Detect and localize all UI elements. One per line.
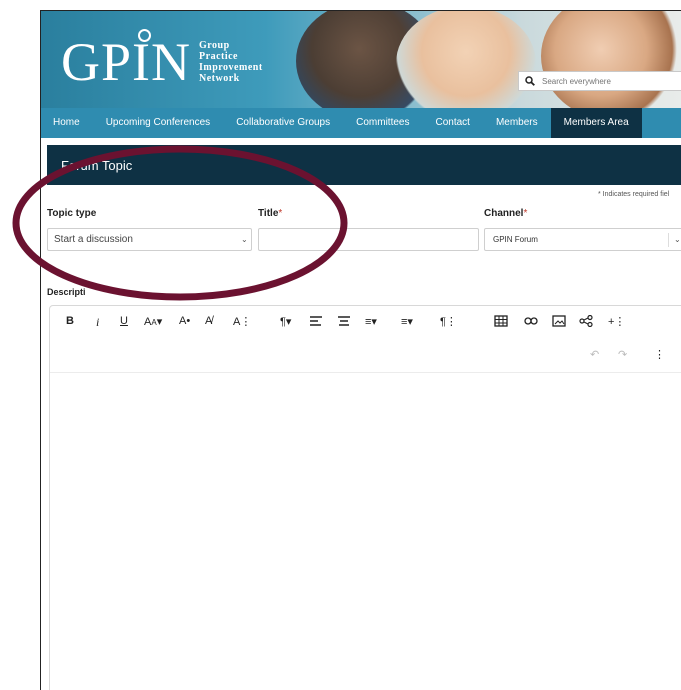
description-editor[interactable]: B i U AA▾ A• A̸ A⋮ ¶▾ ≡▾ ≡▾ ¶⋮ +⋮ ↶ ↷ ⋮ [49, 305, 681, 690]
main-nav: Home Upcoming Conferences Collaborative … [41, 108, 681, 138]
image-icon[interactable] [552, 315, 566, 327]
link-icon[interactable] [524, 315, 538, 327]
nav-members-area[interactable]: Members Area [550, 108, 642, 138]
topic-type-select[interactable]: Start a discussion ⌄ [47, 228, 252, 251]
editor-toolbar: B i U AA▾ A• A̸ A⋮ ¶▾ ≡▾ ≡▾ ¶⋮ +⋮ [58, 312, 678, 334]
nav-upcoming-conferences[interactable]: Upcoming Conferences [93, 108, 224, 138]
share-icon[interactable] [579, 315, 593, 327]
paragraph-format-icon[interactable]: ¶▾ [280, 315, 291, 328]
logo-mark: GPIN [61, 32, 192, 92]
nav-committees[interactable]: Committees [343, 108, 422, 138]
site-search[interactable] [518, 71, 681, 91]
align-center-icon[interactable] [337, 315, 351, 327]
logo-wordmark: Group Practice Improvement Network [199, 40, 263, 84]
text-color-icon[interactable]: A• [179, 315, 190, 327]
site-logo[interactable]: GPIN Group Practice Improvement Network [61, 29, 263, 92]
chevron-down-icon: ⌄ [241, 235, 248, 244]
logo-dot-icon [138, 29, 151, 42]
site-banner: GPIN Group Practice Improvement Network [41, 11, 681, 108]
editor-divider [50, 372, 681, 373]
required-star: * [278, 208, 283, 219]
ordered-list-icon[interactable]: ≡▾ [365, 315, 377, 328]
topic-type-label: Topic type [47, 208, 97, 219]
channel-select[interactable]: GPIN Forum ⌄ [484, 228, 681, 251]
clear-format-icon[interactable]: A̸ [205, 315, 212, 327]
nav-collaborative-groups[interactable]: Collaborative Groups [223, 108, 343, 138]
required-fields-note: * Indicates required fiel [598, 191, 670, 198]
page-title: Forum Topic [61, 158, 133, 173]
banner-photo-nurse [541, 11, 681, 108]
more-text-icon[interactable]: A⋮ [233, 315, 251, 328]
search-input[interactable] [540, 75, 664, 87]
description-label: Descripti [47, 287, 86, 297]
underline-icon[interactable]: U [120, 315, 128, 327]
select-separator [668, 233, 669, 247]
more-options-icon[interactable]: ⋮ [654, 348, 665, 361]
more-paragraph-icon[interactable]: ¶⋮ [440, 315, 457, 328]
channel-value: GPIN Forum [493, 235, 538, 244]
browser-frame: GPIN Group Practice Improvement Network … [40, 10, 681, 690]
search-icon [525, 76, 535, 86]
topic-type-value: Start a discussion [54, 234, 133, 245]
italic-icon[interactable]: i [96, 315, 99, 330]
channel-label: Channel* [484, 208, 528, 219]
unordered-list-icon[interactable]: ≡▾ [401, 315, 413, 328]
nav-contact[interactable]: Contact [422, 108, 482, 138]
more-insert-icon[interactable]: +⋮ [608, 315, 625, 328]
banner-photo-child [396, 11, 536, 108]
page-header-bar: Forum Topic [47, 145, 681, 185]
chevron-down-icon: ⌄ [674, 235, 681, 244]
undo-icon[interactable]: ↶ [590, 348, 599, 361]
redo-icon[interactable]: ↷ [618, 348, 627, 361]
bold-icon[interactable]: B [66, 315, 74, 327]
nav-members[interactable]: Members [483, 108, 551, 138]
title-label: Title* [258, 208, 283, 219]
nav-home[interactable]: Home [41, 108, 93, 138]
required-star: * [523, 208, 528, 219]
title-input[interactable] [258, 228, 479, 251]
align-left-icon[interactable] [309, 315, 323, 327]
table-icon[interactable] [494, 315, 508, 327]
font-size-icon[interactable]: AA▾ [144, 315, 162, 328]
